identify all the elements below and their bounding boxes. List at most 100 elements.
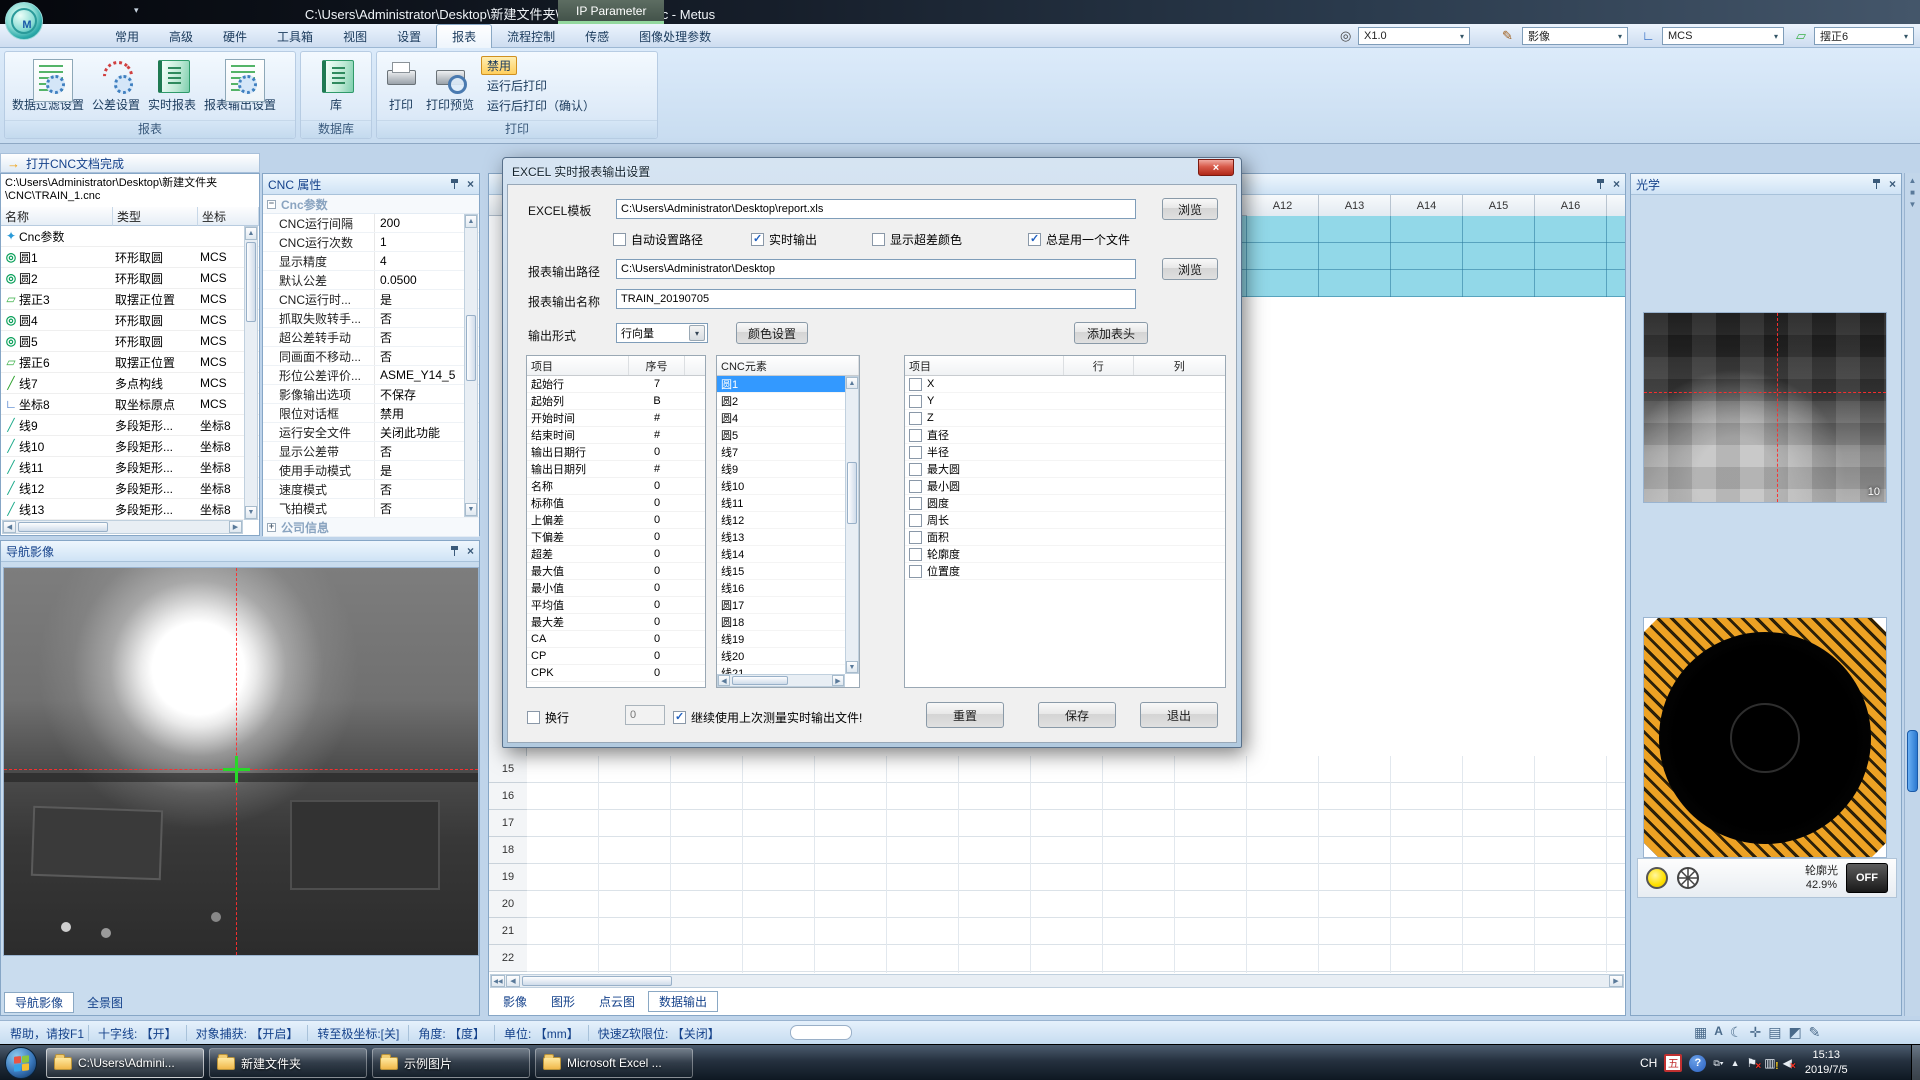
field-checkbox[interactable] bbox=[909, 378, 922, 391]
field-checkbox[interactable] bbox=[909, 514, 922, 527]
property-row[interactable]: CNC运行次数 1 bbox=[263, 233, 479, 252]
report-item-row[interactable]: 平均值 0 bbox=[527, 597, 705, 614]
ribbon-tab[interactable]: 视图 bbox=[328, 24, 382, 48]
tree-vertical-scrollbar[interactable]: ▲ ▼ bbox=[244, 226, 258, 520]
help-tray-icon[interactable] bbox=[1689, 1055, 1706, 1072]
cnc-element-item[interactable]: 线9 bbox=[717, 461, 845, 478]
cnc-element-item[interactable]: 线15 bbox=[717, 563, 845, 580]
report-item-row[interactable]: 起始列 B bbox=[527, 393, 705, 410]
scroll-right-icon[interactable]: ▶ bbox=[229, 521, 242, 533]
cnc-element-item[interactable]: 圆18 bbox=[717, 614, 845, 631]
scroll-left-icon[interactable]: ◀ bbox=[718, 675, 730, 686]
tree-row[interactable]: 线10 多段矩形... 坐标8 bbox=[1, 436, 259, 457]
collapse-icon[interactable] bbox=[267, 200, 276, 209]
option-show-tolerance-color[interactable]: 显示超差颜色 bbox=[872, 231, 962, 248]
ribbon-button[interactable]: 打印预览 bbox=[422, 56, 478, 115]
output-path-input[interactable]: C:\Users\Administrator\Desktop bbox=[616, 259, 1136, 279]
property-row[interactable]: 超公差转手动 否 bbox=[263, 328, 479, 347]
tree-row[interactable]: 摆正3 取摆正位置 MCS bbox=[1, 289, 259, 310]
report-item-row[interactable]: 名称 0 bbox=[527, 478, 705, 495]
ribbon-button[interactable]: 报表输出设置 bbox=[200, 56, 280, 113]
realtime-output-checkbox[interactable] bbox=[751, 233, 764, 246]
browse-output-path-button[interactable]: 浏览 bbox=[1162, 258, 1218, 280]
cnc-element-item[interactable]: 线11 bbox=[717, 495, 845, 512]
dialog-close-button[interactable]: × bbox=[1198, 159, 1234, 176]
template-path-input[interactable]: C:\Users\Administrator\Desktop\report.xl… bbox=[616, 199, 1136, 219]
statusbar-toggle[interactable]: 快速Z软限位: 【关闭】 bbox=[588, 1025, 729, 1041]
tree-row[interactable]: Cnc参数 bbox=[1, 226, 259, 247]
report-item-sequence[interactable]: 0 bbox=[629, 667, 685, 679]
field-checkbox[interactable] bbox=[909, 412, 922, 425]
output-field-row[interactable]: 轮廓度 bbox=[905, 546, 1225, 563]
cnc-element-item[interactable]: 线10 bbox=[717, 478, 845, 495]
tree-column-name[interactable]: 名称 bbox=[1, 207, 113, 226]
moon-tool-icon[interactable]: ☾ bbox=[1730, 1024, 1743, 1041]
grid-row-number[interactable]: 16 bbox=[489, 783, 527, 810]
wrap-count-input[interactable]: 0 bbox=[625, 705, 665, 725]
light-indicator-icon[interactable] bbox=[1646, 867, 1668, 889]
pin-icon[interactable] bbox=[450, 546, 459, 556]
output-field-row[interactable]: 半径 bbox=[905, 444, 1225, 461]
scroll-down-icon[interactable]: ▼ bbox=[846, 661, 858, 673]
scrollbar-thumb[interactable] bbox=[466, 315, 476, 381]
light-off-button[interactable]: OFF bbox=[1846, 863, 1888, 893]
volume-muted-icon[interactable]: ◀ bbox=[1783, 1056, 1792, 1070]
close-icon[interactable]: × bbox=[1613, 179, 1620, 189]
output-field-row[interactable]: 面积 bbox=[905, 529, 1225, 546]
output-field-row[interactable]: 最大圆 bbox=[905, 461, 1225, 478]
tree-row[interactable]: 圆2 环形取圆 MCS bbox=[1, 268, 259, 289]
grid-tool-icon[interactable]: ▦ bbox=[1694, 1024, 1707, 1041]
property-row[interactable]: 同画面不移动... 否 bbox=[263, 347, 479, 366]
tree-row[interactable]: 圆4 环形取圆 MCS bbox=[1, 310, 259, 331]
scroll-right-icon[interactable]: ▶ bbox=[832, 675, 844, 686]
cnc-element-item[interactable]: 线21 bbox=[717, 665, 845, 674]
cross-tool-icon[interactable]: ✛ bbox=[1749, 1024, 1761, 1041]
print-mode-option[interactable]: 运行后打印 bbox=[481, 76, 553, 95]
ribbon-tab[interactable]: 硬件 bbox=[208, 24, 262, 48]
field-checkbox[interactable] bbox=[909, 429, 922, 442]
cnc-element-item[interactable]: 线20 bbox=[717, 648, 845, 665]
show-hidden-icons[interactable]: ▲ bbox=[1731, 1058, 1740, 1068]
scroll-down-icon[interactable]: ▼ bbox=[245, 506, 257, 519]
light-wheel-icon[interactable] bbox=[1676, 866, 1700, 890]
property-row[interactable]: 速度模式 否 bbox=[263, 480, 479, 499]
grid-cell-area[interactable] bbox=[527, 756, 1625, 973]
cnc-element-item[interactable]: 线16 bbox=[717, 580, 845, 597]
output-field-row[interactable]: X bbox=[905, 376, 1225, 393]
grid-row-number[interactable]: 17 bbox=[489, 810, 527, 837]
cnc-element-item[interactable]: 线19 bbox=[717, 631, 845, 648]
fields-column-header[interactable]: 项目 bbox=[905, 356, 1064, 375]
network-tray-icon[interactable]: ▥ bbox=[1764, 1056, 1775, 1070]
report-item-sequence[interactable]: 0 bbox=[629, 480, 685, 492]
workspace-tab[interactable]: 数据输出 bbox=[648, 991, 718, 1012]
cnc-element-item[interactable]: 线12 bbox=[717, 512, 845, 529]
quick-access-caret-icon[interactable]: ▾ bbox=[134, 5, 139, 16]
output-name-input[interactable]: TRAIN_20190705 bbox=[616, 289, 1136, 309]
scrollbar-thumb[interactable] bbox=[847, 462, 857, 524]
scroll-up-icon[interactable]: ▲ bbox=[245, 227, 257, 240]
ribbon-tab[interactable]: 报表 bbox=[436, 24, 492, 48]
statusbar-toggle[interactable]: 对象捕获: 【开启】 bbox=[186, 1025, 308, 1041]
report-item-sequence[interactable]: 0 bbox=[629, 446, 685, 458]
alignment-select[interactable]: 摆正6 bbox=[1814, 27, 1914, 45]
print-mode-option[interactable]: 运行后打印（确认） bbox=[481, 96, 601, 115]
report-item-sequence[interactable]: 0 bbox=[629, 497, 685, 509]
elements-vertical-scrollbar[interactable]: ▲ ▼ bbox=[845, 376, 859, 674]
statusbar-toggle[interactable]: 转至极坐标:[关] bbox=[307, 1025, 408, 1041]
tree-row[interactable]: 线12 多段矩形... 坐标8 bbox=[1, 478, 259, 499]
navigation-tab[interactable]: 全景图 bbox=[76, 992, 134, 1013]
reset-button[interactable]: 重置 bbox=[926, 702, 1004, 728]
exit-button[interactable]: 退出 bbox=[1140, 702, 1218, 728]
ribbon-tab[interactable]: 高级 bbox=[154, 24, 208, 48]
tree-row[interactable]: 线11 多段矩形... 坐标8 bbox=[1, 457, 259, 478]
output-field-row[interactable]: 位置度 bbox=[905, 563, 1225, 580]
navigation-camera-view[interactable] bbox=[3, 567, 479, 956]
ribbon-tab[interactable]: 设置 bbox=[382, 24, 436, 48]
tree-row[interactable]: 摆正6 取摆正位置 MCS bbox=[1, 352, 259, 373]
wrap-checkbox[interactable] bbox=[527, 711, 540, 724]
image-select[interactable]: 影像 bbox=[1522, 27, 1628, 45]
tree-row[interactable]: 圆1 环形取圆 MCS bbox=[1, 247, 259, 268]
field-checkbox[interactable] bbox=[909, 497, 922, 510]
panel-tool-icon[interactable]: ▤ bbox=[1768, 1024, 1781, 1041]
strip-up-icon[interactable]: ▲ bbox=[1905, 173, 1920, 185]
